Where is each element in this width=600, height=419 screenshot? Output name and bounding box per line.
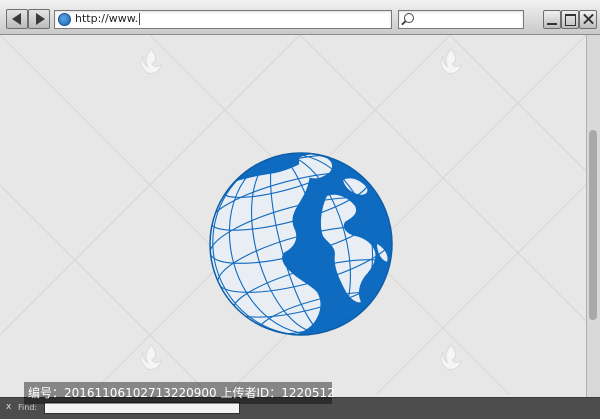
find-close-button[interactable]: x xyxy=(6,402,11,412)
back-arrow-icon xyxy=(11,13,21,25)
vertical-scrollbar[interactable] xyxy=(586,35,600,397)
leaf-logo-icon xyxy=(440,344,462,370)
leaf-logo-icon xyxy=(140,344,162,370)
find-label: Find: xyxy=(18,403,38,412)
minimize-icon xyxy=(547,23,557,25)
leaf-logo-icon xyxy=(440,48,462,74)
address-text: http://www. xyxy=(75,12,141,25)
search-input[interactable] xyxy=(398,10,524,29)
minimize-button[interactable] xyxy=(543,10,561,29)
maximize-button[interactable] xyxy=(561,10,579,29)
globe-illustration xyxy=(209,152,393,336)
globe-icon xyxy=(209,152,393,336)
maximize-icon xyxy=(565,14,576,26)
page-viewport xyxy=(0,35,586,397)
leaf-logo-icon xyxy=(140,48,162,74)
site-globe-icon xyxy=(58,13,71,26)
browser-toolbar: http://www. xyxy=(0,0,600,35)
scrollbar-thumb[interactable] xyxy=(589,130,597,320)
watermark-caption: 编号：20161106102713220900 上传者ID：1220512 xyxy=(24,382,335,404)
forward-arrow-icon xyxy=(35,13,45,25)
back-button[interactable] xyxy=(6,9,28,29)
close-icon xyxy=(580,11,596,28)
text-caret xyxy=(139,13,141,25)
search-icon xyxy=(404,13,414,23)
close-button[interactable] xyxy=(579,10,597,29)
address-bar[interactable]: http://www. xyxy=(54,10,392,29)
browser-window: http://www. x Find: 编号：20161106102713220… xyxy=(0,0,600,419)
forward-button[interactable] xyxy=(28,9,50,29)
